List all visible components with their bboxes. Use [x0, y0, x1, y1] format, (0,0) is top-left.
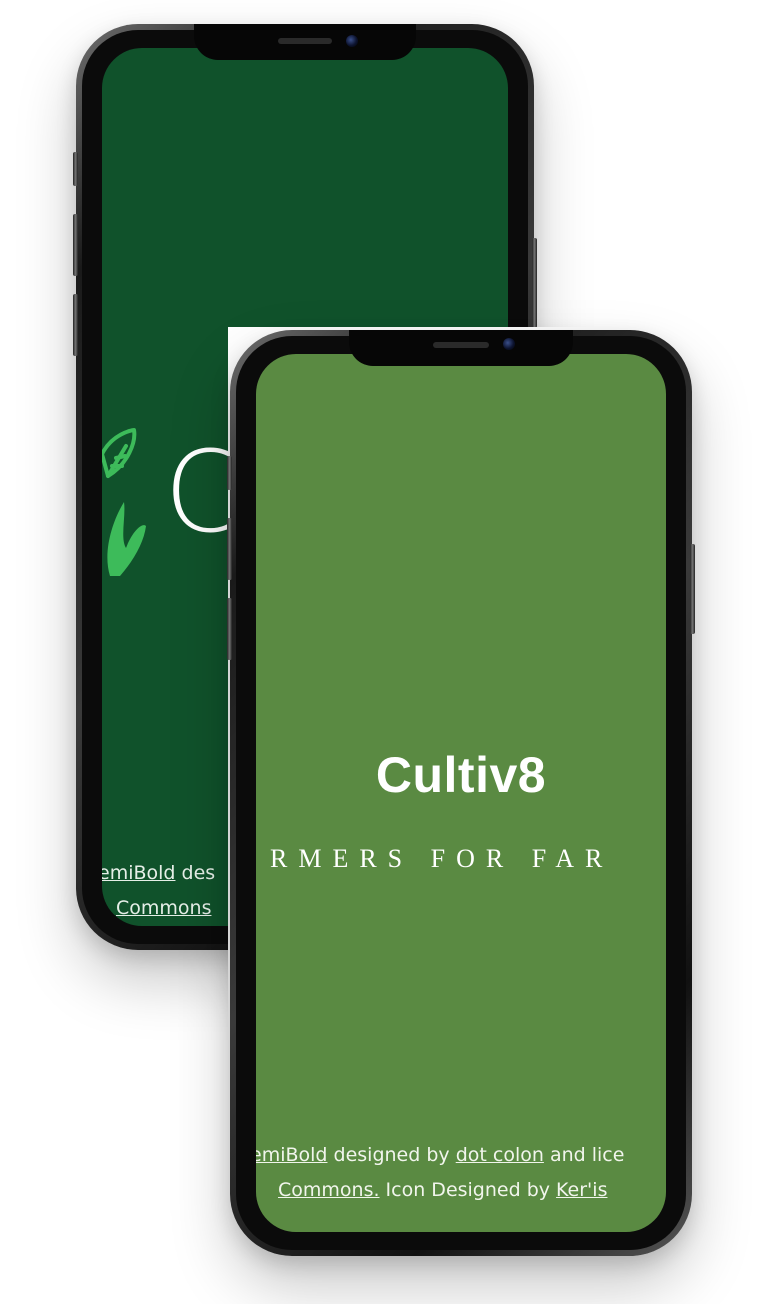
volume-down-button — [73, 294, 78, 356]
credits-line-2: Commons — [102, 891, 215, 926]
front-camera-icon — [503, 338, 515, 350]
side-button — [532, 238, 537, 328]
credit-link[interactable]: Commons — [116, 897, 211, 919]
credits-line-2: Commons. Icon Designed by Ker'is — [256, 1173, 624, 1208]
volume-down-button — [227, 598, 232, 660]
credits-line-1: emiBold des — [102, 856, 215, 891]
volume-up-button — [227, 518, 232, 580]
credit-text: des — [175, 862, 216, 884]
front-phone-mockup: Cultiv8 RMERS FOR FAR emiBold designed b… — [227, 330, 695, 1256]
front-phone-screen: Cultiv8 RMERS FOR FAR emiBold designed b… — [256, 354, 666, 1232]
leaf-hand-icon — [102, 428, 146, 576]
mute-switch — [227, 456, 232, 490]
notch — [194, 24, 416, 60]
credit-link[interactable]: Commons. — [278, 1179, 380, 1201]
side-button — [690, 544, 695, 634]
speaker-grille — [278, 38, 332, 44]
front-camera-icon — [346, 35, 358, 47]
back-credits: emiBold des Commons — [102, 856, 215, 926]
credit-link[interactable]: Ker'is — [556, 1179, 607, 1201]
notch — [349, 330, 573, 366]
speaker-grille — [433, 342, 489, 348]
credit-link[interactable]: emiBold — [102, 862, 175, 884]
app-title: Cultiv8 — [375, 747, 547, 803]
credit-text: Icon Designed by — [379, 1179, 557, 1201]
credit-text: and lice — [543, 1144, 625, 1166]
app-tagline: RMERS FOR FAR — [270, 844, 614, 873]
front-credits: emiBold designed by dot colon and lice C… — [256, 1138, 624, 1208]
mute-switch — [73, 152, 78, 186]
credit-text: designed by — [327, 1144, 456, 1166]
credit-link[interactable]: dot colon — [456, 1144, 544, 1166]
credit-link[interactable]: emiBold — [256, 1144, 327, 1166]
credits-line-1: emiBold designed by dot colon and lice — [256, 1138, 624, 1173]
volume-up-button — [73, 214, 78, 276]
